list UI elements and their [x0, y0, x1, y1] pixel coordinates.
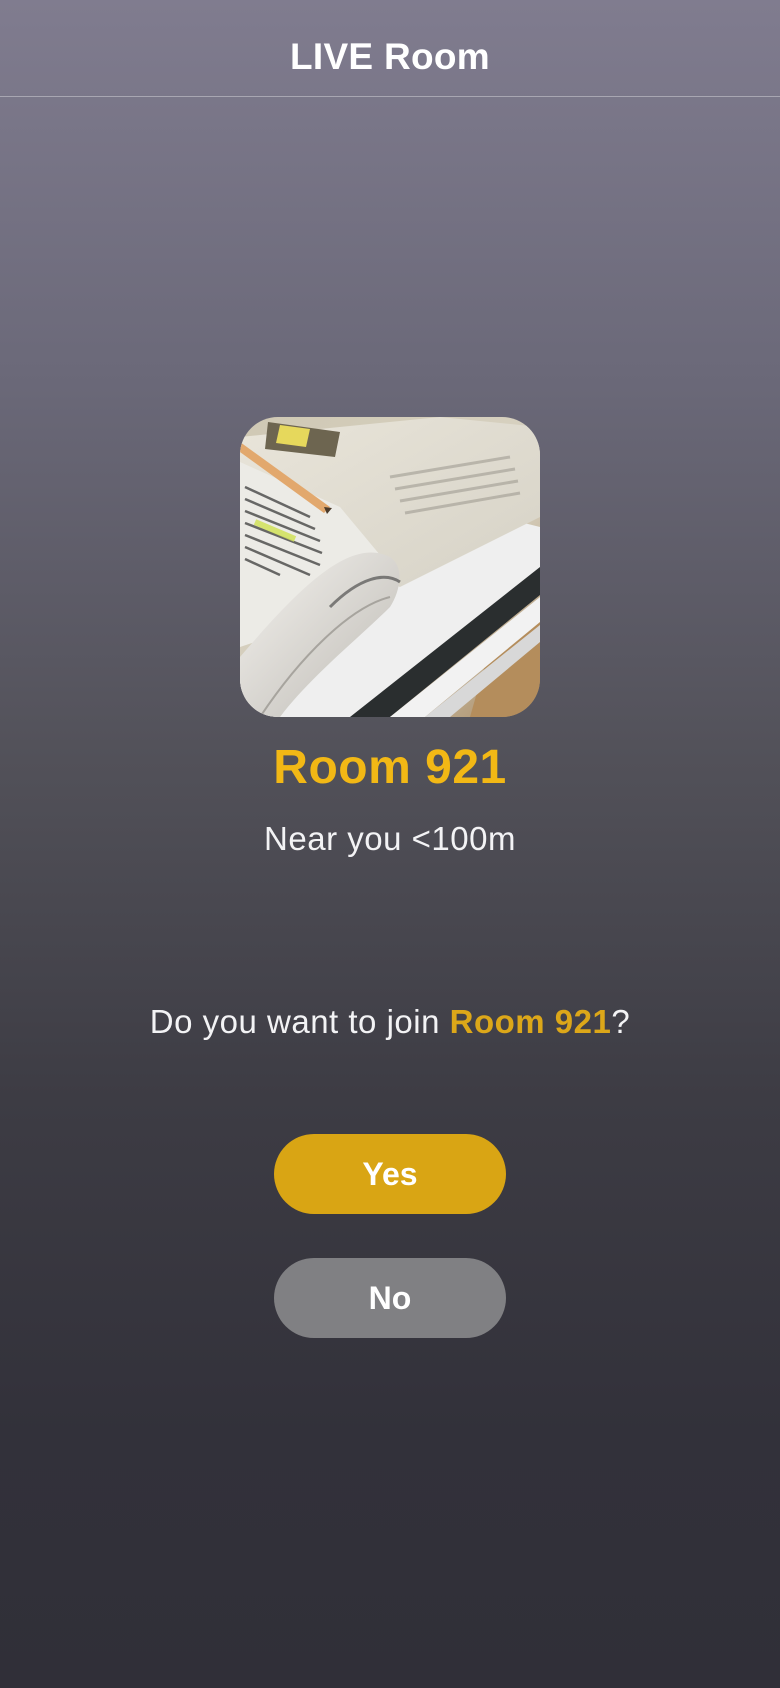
join-question: Do you want to join Room 921?	[0, 1003, 780, 1041]
join-question-room-name: Room 921	[449, 1003, 612, 1040]
live-room-screen: LIVE Room Room 921 Near you <100m Do you…	[0, 0, 780, 1688]
page-title: LIVE Room	[289, 36, 491, 77]
header-bar: LIVE Room	[0, 0, 780, 97]
no-button[interactable]: No	[274, 1258, 506, 1338]
join-question-prefix: Do you want to join	[149, 1003, 450, 1040]
join-question-suffix: ?	[611, 1003, 631, 1040]
room-image	[240, 417, 540, 717]
yes-button[interactable]: Yes	[274, 1134, 506, 1214]
book-photo-icon	[240, 417, 540, 717]
room-name: Room 921	[273, 741, 507, 794]
room-distance: Near you <100m	[264, 820, 516, 857]
